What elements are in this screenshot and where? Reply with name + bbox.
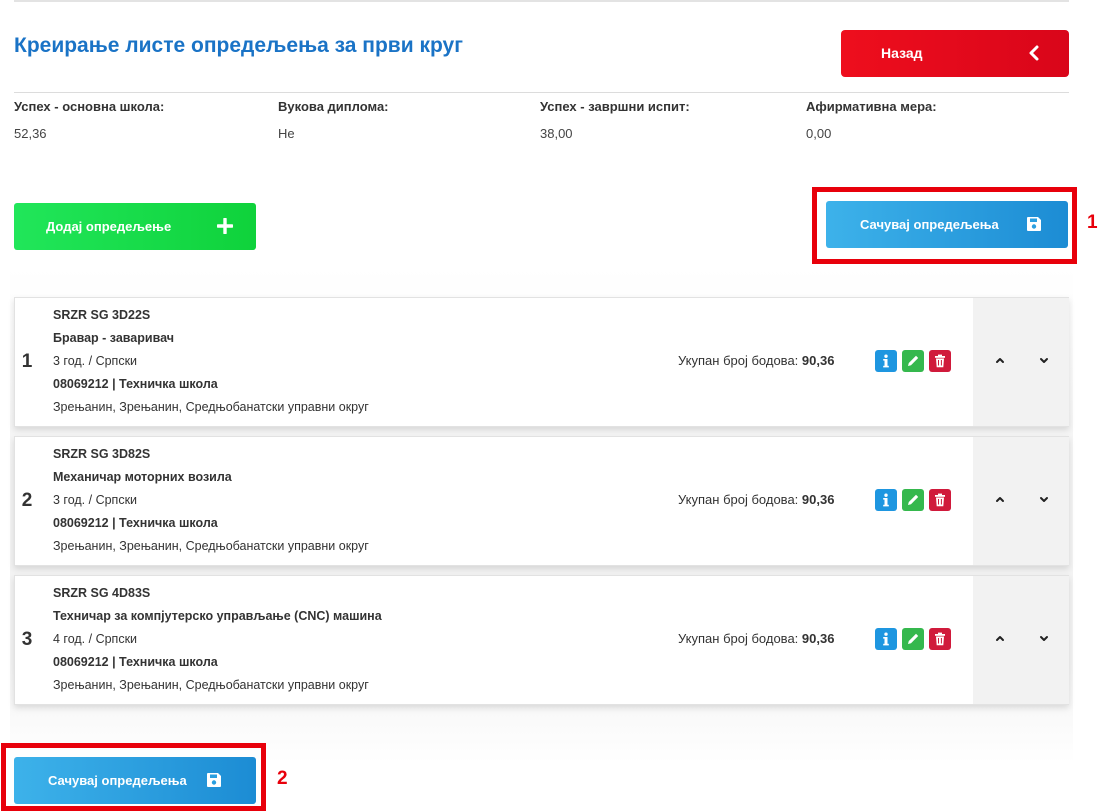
choice-code: SRZR SG 3D22S [53,308,151,322]
delete-button[interactable] [929,628,951,650]
choice-code: SRZR SG 4D83S [53,586,151,600]
choice-duration: 3 год. / Српски [53,354,138,368]
annotation-marker-1: 1 [1087,212,1098,233]
summary-value: Не [278,126,295,141]
choice-points-label: Укупан број бодова: [678,353,799,368]
summary-affirmative-measure: Афирмативна мера: 0,00 [806,99,937,141]
top-divider [14,0,1069,2]
choice-points: Укупан број бодова: 90,36 [678,492,834,507]
choice-index: 3 [21,629,33,650]
choice-profile: Механичар моторних возила [53,470,232,484]
pencil-icon [908,494,919,505]
edit-button[interactable] [902,489,924,511]
choice-index: 2 [21,490,33,511]
chevron-down-icon[interactable] [1037,631,1051,645]
choice-location: Зрењанин, Зрењанин, Средњобанатски управ… [53,400,369,414]
trash-icon [935,493,945,507]
choice-duration: 3 год. / Српски [53,493,138,507]
summary-label: Вукова диплома: [278,99,389,114]
choice-location: Зрењанин, Зрењанин, Средњобанатски управ… [53,539,369,553]
chevron-up-icon[interactable] [993,353,1007,367]
delete-button[interactable] [929,350,951,372]
choice-school: 08069212 | Техничка школа [53,655,218,669]
summary-final-exam: Успех - завршни испит: 38,00 [540,99,690,141]
choice-index: 1 [21,351,33,372]
reorder-controls [973,576,1069,704]
summary-primary-school: Успех - основна школа: 52,36 [14,99,164,141]
edit-button[interactable] [902,628,924,650]
choice-card: 2 SRZR SG 3D82S Механичар моторних возил… [14,436,1069,566]
choice-details: SRZR SG 4D83S Техничар за компјутерско у… [53,582,382,697]
back-button[interactable]: Назад [841,30,1069,77]
pencil-icon [908,633,919,644]
edit-button[interactable] [902,350,924,372]
choice-points-value: 90,36 [801,492,835,507]
summary-value: 52,36 [14,126,47,141]
add-choice-label: Додај опредељење [46,219,172,234]
back-button-label: Назад [881,45,923,61]
info-button[interactable] [875,350,897,372]
summary-label: Успех - основна школа: [14,99,165,114]
save-choices-label: Сачувај опредељења [48,773,187,788]
choice-points: Укупан број бодова: 90,36 [678,631,834,646]
add-choice-button[interactable]: Додај опредељење [14,203,256,250]
choice-points-label: Укупан број бодова: [678,492,799,507]
summary-value: 38,00 [540,126,573,141]
floppy-disk-icon [1027,217,1041,231]
choice-school: 08069212 | Техничка школа [53,516,218,530]
chevron-down-icon[interactable] [1037,353,1051,367]
choice-profile: Бравар - заваривач [53,331,174,345]
pencil-icon [908,355,919,366]
choice-school: 08069212 | Техничка школа [53,377,218,391]
info-button[interactable] [875,628,897,650]
choice-points: Укупан број бодова: 90,36 [678,353,834,368]
save-choices-label: Сачувај опредељења [860,217,999,232]
choice-details: SRZR SG 3D22S Бравар - заваривач 3 год. … [53,304,369,419]
reorder-controls [973,298,1069,426]
info-icon [883,354,889,368]
save-choices-button-top[interactable]: Сачувај опредељења [826,201,1068,248]
choice-profile: Техничар за компјутерско управљање (CNC)… [53,609,382,623]
choice-duration: 4 год. / Српски [53,632,138,646]
summary-divider [14,92,1069,93]
info-icon [883,632,889,646]
annotation-marker-2: 2 [277,768,288,789]
choice-location: Зрењанин, Зрењанин, Средњобанатски управ… [53,678,369,692]
choice-code: SRZR SG 3D82S [53,447,151,461]
page-title: Креирање листе опредељења за први круг [14,34,463,57]
choice-points-label: Укупан број бодова: [678,631,799,646]
trash-icon [935,632,945,646]
chevron-up-icon[interactable] [993,492,1007,506]
summary-vuk-diploma: Вукова диплома: Не [278,99,389,141]
trash-icon [935,354,945,368]
summary-label: Успех - завршни испит: [540,99,690,114]
info-icon [883,493,889,507]
chevron-up-icon[interactable] [993,631,1007,645]
save-choices-button-bottom[interactable]: Сачувај опредељења [14,757,256,804]
chevron-left-icon [1029,45,1039,61]
plus-icon [217,218,233,234]
floppy-disk-icon [207,773,221,787]
choice-points-value: 90,36 [801,353,835,368]
choice-details: SRZR SG 3D82S Механичар моторних возила … [53,443,369,558]
summary-label: Афирмативна мера: [806,99,937,114]
reorder-controls [973,437,1069,565]
choice-card: 1 SRZR SG 3D22S Бравар - заваривач 3 год… [14,297,1069,427]
choice-points-value: 90,36 [801,631,835,646]
delete-button[interactable] [929,489,951,511]
info-button[interactable] [875,489,897,511]
chevron-down-icon[interactable] [1037,492,1051,506]
summary-value: 0,00 [806,126,832,141]
choice-card: 3 SRZR SG 4D83S Техничар за компјутерско… [14,575,1069,705]
